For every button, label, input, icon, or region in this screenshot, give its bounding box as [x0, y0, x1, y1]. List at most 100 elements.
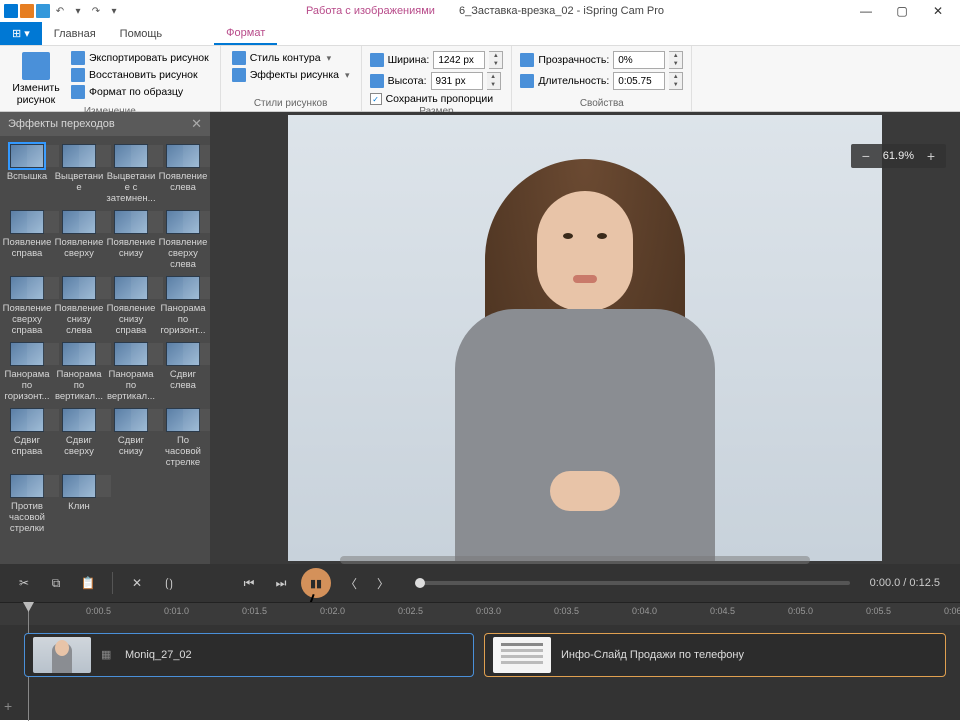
qat-customize[interactable]: ▾: [106, 3, 122, 19]
progress-thumb[interactable]: [415, 578, 425, 588]
tab-format[interactable]: Формат: [214, 22, 277, 45]
clip-thumbnail: [33, 637, 91, 673]
transition-label: Сдвиг слева: [158, 369, 208, 391]
timeline-clip-slide[interactable]: Инфо-Слайд Продажи по телефону: [484, 633, 946, 677]
timeline-clip-video[interactable]: ▦ Moniq_27_02: [24, 633, 474, 677]
transition-thumb: [114, 342, 148, 366]
transition-item[interactable]: Появление снизу справа: [106, 274, 156, 338]
width-input[interactable]: [433, 51, 485, 69]
outline-style-button[interactable]: Стиль контура▾: [229, 50, 353, 66]
preview-canvas[interactable]: [288, 115, 882, 561]
duration-spinner[interactable]: ▲▼: [669, 72, 683, 90]
paste-button[interactable]: 📋: [76, 571, 100, 595]
transition-item[interactable]: По часовой стрелке: [158, 406, 208, 470]
picture-icon: [22, 52, 50, 80]
progress-bar[interactable]: [415, 581, 850, 585]
transition-item[interactable]: Сдвиг слева: [158, 340, 208, 404]
preview-horizontal-scrollbar[interactable]: [340, 556, 810, 564]
timeline-ruler[interactable]: 0:00.50:01.00:01.50:02.00:02.50:03.00:03…: [0, 603, 960, 625]
copy-button[interactable]: ⧉: [44, 571, 68, 595]
ruler-mark: 0:00.5: [86, 606, 111, 616]
cut-button[interactable]: ✂: [12, 571, 36, 595]
export-picture-button[interactable]: Экспортировать рисунок: [68, 50, 212, 66]
ruler-mark: 0:02.0: [320, 606, 345, 616]
pencil-icon: [232, 51, 246, 65]
transition-item[interactable]: Панорама по горизонт...: [158, 274, 208, 338]
window-maximize[interactable]: ▢: [884, 0, 920, 22]
transition-item[interactable]: Появление сверху: [54, 208, 104, 272]
play-pause-button[interactable]: ▮▮: [301, 568, 331, 598]
opacity-input[interactable]: [613, 51, 665, 69]
transition-label: Клин: [68, 501, 90, 512]
undo-button[interactable]: ↶: [52, 3, 68, 19]
redo-button[interactable]: ↷: [88, 3, 104, 19]
transition-item[interactable]: Панорама по вертикал...: [54, 340, 104, 404]
transition-item[interactable]: Сдвиг справа: [2, 406, 52, 470]
transition-thumb: [62, 408, 96, 432]
transition-label: Появление снизу слева: [54, 303, 104, 336]
transition-item[interactable]: Появление сверху слева: [158, 208, 208, 272]
transition-thumb: [10, 210, 44, 234]
transition-label: Вспышка: [7, 171, 47, 182]
transition-item[interactable]: Появление справа: [2, 208, 52, 272]
ruler-mark: 0:06: [944, 606, 960, 616]
transition-item[interactable]: Клин: [54, 472, 104, 536]
zoom-out-button[interactable]: −: [859, 148, 873, 164]
window-minimize[interactable]: —: [848, 0, 884, 22]
undo-dropdown[interactable]: ▾: [70, 3, 86, 19]
transition-thumb: [62, 210, 96, 234]
duration-input[interactable]: [613, 72, 665, 90]
goto-end-button[interactable]: ⏭: [269, 571, 293, 595]
transition-label: Выцветани е с затемнен...: [106, 171, 156, 204]
transition-label: По часовой стрелке: [158, 435, 208, 468]
picture-effects-button[interactable]: Эффекты рисунка▾: [229, 67, 353, 83]
transition-item[interactable]: Панорама по горизонт...: [2, 340, 52, 404]
opacity-spinner[interactable]: ▲▼: [669, 51, 683, 69]
transition-item[interactable]: Выцветани е: [54, 142, 104, 206]
tab-help[interactable]: Помощь: [108, 22, 175, 45]
qat-save-icon[interactable]: [36, 4, 50, 18]
transition-item[interactable]: Сдвиг снизу: [106, 406, 156, 470]
opacity-label: Прозрачность:: [538, 54, 609, 66]
next-frame-button[interactable]: 〉: [371, 571, 395, 595]
transition-item[interactable]: Появление слева: [158, 142, 208, 206]
delete-button[interactable]: ✕: [125, 571, 149, 595]
transition-item[interactable]: Выцветани е с затемнен...: [106, 142, 156, 206]
panel-header: Эффекты переходов ✕: [0, 112, 210, 136]
width-icon: [370, 53, 384, 67]
transition-item[interactable]: Против часовой стрелки: [2, 472, 52, 536]
transition-label: Панорама по горизонт...: [158, 303, 208, 336]
ruler-mark: 0:04.0: [632, 606, 657, 616]
zoom-in-button[interactable]: +: [924, 148, 938, 164]
qat-open-icon[interactable]: [20, 4, 34, 18]
height-input[interactable]: [431, 72, 483, 90]
goto-start-button[interactable]: ⏮: [237, 571, 261, 595]
transition-thumb: [10, 276, 44, 300]
window-close[interactable]: ✕: [920, 0, 956, 22]
transition-item[interactable]: Панорама по вертикал...: [106, 340, 156, 404]
format-painter-button[interactable]: Формат по образцу: [68, 84, 212, 100]
transition-thumb: [166, 144, 200, 168]
tab-main[interactable]: Главная: [42, 22, 108, 45]
file-tab[interactable]: ⊞ ▾: [0, 22, 42, 45]
height-spinner[interactable]: ▲▼: [487, 72, 501, 90]
prev-frame-button[interactable]: 〈: [339, 571, 363, 595]
ribbon-tabs: ⊞ ▾ Главная Помощь Формат: [0, 22, 960, 46]
transitions-panel: Эффекты переходов ✕ Вспышка Выцветани еВы…: [0, 112, 210, 564]
transition-item[interactable]: Появление снизу слева: [54, 274, 104, 338]
transition-item[interactable]: Сдвиг сверху: [54, 406, 104, 470]
restore-picture-button[interactable]: Восстановить рисунок: [68, 67, 212, 83]
panel-close-button[interactable]: ✕: [191, 116, 202, 132]
crop-button[interactable]: ⟮⟯: [157, 571, 181, 595]
transition-item[interactable]: Появление снизу: [106, 208, 156, 272]
transition-item[interactable]: Появление сверху справа: [2, 274, 52, 338]
transition-thumb: [10, 408, 44, 432]
duration-icon: [520, 74, 534, 88]
transition-item[interactable]: Вспышка: [2, 142, 52, 206]
transition-thumb: [166, 276, 200, 300]
add-track-button[interactable]: +: [4, 698, 12, 714]
width-spinner[interactable]: ▲▼: [489, 51, 503, 69]
change-picture-button[interactable]: Изменить рисунок: [8, 48, 64, 106]
transition-label: Сдвиг сверху: [54, 435, 104, 457]
keep-aspect-checkbox[interactable]: ✓: [370, 93, 382, 105]
